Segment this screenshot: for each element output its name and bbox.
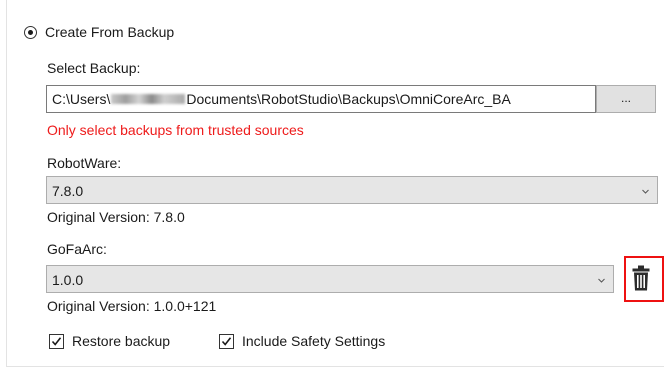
- gofaarc-original-version: Original Version: 1.0.0+121: [47, 298, 217, 314]
- radio-selected-dot: [28, 30, 33, 35]
- create-from-backup-panel: Create From Backup Select Backup: C:\Use…: [0, 0, 664, 367]
- robotware-label: RobotWare:: [47, 155, 122, 171]
- robotware-version-dropdown[interactable]: 7.8.0: [46, 176, 658, 204]
- trash-icon[interactable]: [632, 265, 650, 291]
- checkmark-icon: [51, 337, 62, 346]
- backup-path-field[interactable]: C:\Users\ Documents\RobotStudio\Backups\O…: [46, 85, 596, 113]
- create-from-backup-radio[interactable]: [24, 26, 37, 39]
- include-safety-settings-checkbox[interactable]: [219, 334, 234, 349]
- restore-backup-checkbox[interactable]: [49, 334, 64, 349]
- backup-path-text: C:\Users\ Documents\RobotStudio\Backups\O…: [52, 90, 511, 108]
- gofaarc-version-dropdown[interactable]: 1.0.0: [46, 265, 614, 293]
- robotware-selected-version: 7.8.0: [52, 183, 84, 199]
- redacted-username: [111, 94, 186, 105]
- backup-path-prefix: C:\Users\: [52, 91, 111, 107]
- chevron-down-icon: [598, 278, 605, 283]
- gofaarc-label: GoFaArc:: [47, 241, 107, 257]
- checkmark-icon: [221, 337, 232, 346]
- select-backup-label: Select Backup:: [47, 60, 141, 76]
- chevron-down-icon: [642, 189, 649, 194]
- create-from-backup-label[interactable]: Create From Backup: [45, 23, 174, 41]
- restore-backup-label[interactable]: Restore backup: [72, 332, 170, 350]
- untrusted-backup-warning: Only select backups from trusted sources: [47, 122, 304, 138]
- browse-backup-button[interactable]: ...: [596, 85, 656, 113]
- include-safety-settings-label[interactable]: Include Safety Settings: [242, 332, 385, 350]
- backup-path-suffix: Documents\RobotStudio\Backups\OmniCoreAr…: [186, 91, 511, 107]
- robotware-original-version: Original Version: 7.8.0: [47, 209, 185, 225]
- panel-left-border: [6, 0, 7, 367]
- gofaarc-selected-version: 1.0.0: [52, 272, 84, 288]
